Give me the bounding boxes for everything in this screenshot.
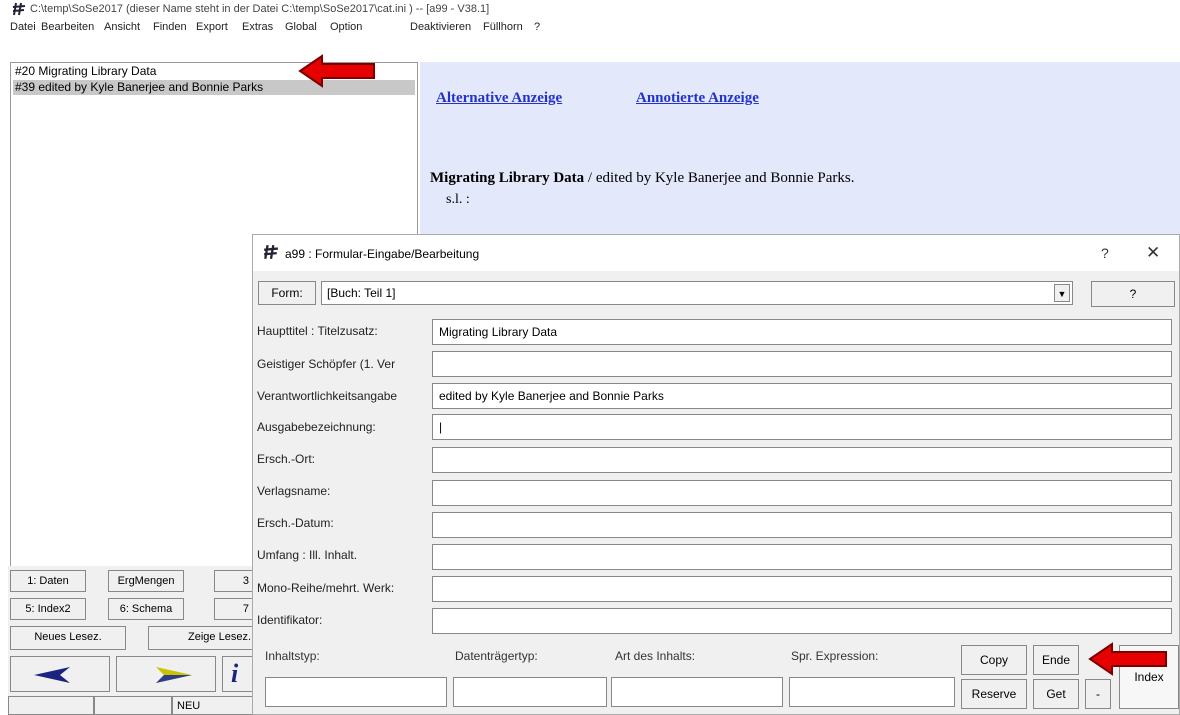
- dialog-help-button[interactable]: ?: [1101, 245, 1109, 261]
- datentraegertyp-input[interactable]: [453, 677, 607, 707]
- button-3[interactable]: 3: [214, 570, 254, 592]
- annotation-arrow-icon: [1088, 642, 1167, 676]
- dialog-title: a99 : Formular-Eingabe/Bearbeitung: [285, 247, 480, 261]
- field-ersch-ort[interactable]: [432, 447, 1172, 473]
- status-neu: NEU: [172, 696, 258, 715]
- menu-deaktivieren[interactable]: Deaktivieren: [410, 21, 471, 33]
- app-hash-icon: [12, 2, 26, 16]
- menu-finden[interactable]: Finden: [153, 21, 187, 33]
- label-spr-expression: Spr. Expression:: [791, 649, 879, 663]
- window-title-bar: C:\temp\SoSe2017 (dieser Name steht in d…: [0, 0, 1180, 18]
- form-select[interactable]: [Buch: Teil 1] ▼: [321, 281, 1073, 305]
- annotation-arrow-icon: [298, 54, 375, 88]
- app-hash-icon: [264, 244, 278, 260]
- label-inhaltstyp: Inhaltstyp:: [265, 649, 320, 663]
- field-ausgabe[interactable]: |: [432, 414, 1172, 440]
- chevron-down-icon[interactable]: ▼: [1054, 284, 1070, 302]
- menu-bar: Datei Bearbeiten Ansicht Finden Export E…: [0, 18, 1180, 38]
- spr-expression-input[interactable]: [789, 677, 955, 707]
- ergmengen-button[interactable]: ErgMengen: [108, 570, 184, 592]
- arrow-left-icon: [34, 667, 70, 683]
- field-label-schoepfer: Geistiger Schöpfer (1. Ver: [257, 357, 396, 371]
- window-title: C:\temp\SoSe2017 (dieser Name steht in d…: [30, 3, 490, 15]
- dialog-title-bar: a99 : Formular-Eingabe/Bearbeitung ? ✕: [253, 235, 1179, 271]
- field-umfang[interactable]: [432, 544, 1172, 570]
- schema-button[interactable]: 6: Schema: [108, 598, 184, 620]
- menu-option[interactable]: Option: [330, 21, 362, 33]
- daten-button[interactable]: 1: Daten: [10, 570, 86, 592]
- field-label-ersch-ort: Ersch.-Ort:: [257, 452, 316, 466]
- menu-ansicht[interactable]: Ansicht: [104, 21, 140, 33]
- field-mono-reihe[interactable]: [432, 576, 1172, 602]
- reserve-button[interactable]: Reserve: [961, 679, 1027, 709]
- form-button[interactable]: Form:: [258, 281, 316, 305]
- menu-fuellhorn[interactable]: Füllhorn: [483, 21, 523, 33]
- form-select-value: [Buch: Teil 1]: [327, 286, 396, 300]
- button-7[interactable]: 7: [214, 598, 254, 620]
- left-button-panel: 1: Daten ErgMengen 3 5: Index2 6: Schema…: [8, 566, 258, 715]
- field-label-verantwortlichkeit: Verantwortlichkeitsangabe: [257, 389, 398, 403]
- field-label-umfang: Umfang : Ill. Inhalt.: [257, 548, 358, 562]
- menu-export[interactable]: Export: [196, 21, 228, 33]
- record-subline: s.l. :: [446, 192, 470, 207]
- art-des-inhalts-input[interactable]: [611, 677, 783, 707]
- menu-help[interactable]: ?: [534, 21, 540, 33]
- field-haupttitel[interactable]: Migrating Library Data: [432, 319, 1172, 345]
- field-ersch-datum[interactable]: [432, 512, 1172, 538]
- annotated-view-link[interactable]: Annotierte Anzeige: [636, 90, 759, 107]
- field-label-mono-reihe: Mono-Reihe/mehrt. Werk:: [257, 581, 395, 595]
- field-label-haupttitel: Haupttitel : Titelzusatz:: [257, 324, 378, 338]
- field-identifikator[interactable]: [432, 608, 1172, 634]
- get-button[interactable]: Get: [1033, 679, 1079, 709]
- info-icon: i: [231, 659, 239, 688]
- field-verantwortlichkeit[interactable]: edited by Kyle Banerjee and Bonnie Parks: [432, 383, 1172, 409]
- field-label-ausgabe: Ausgabebezeichnung:: [257, 420, 376, 434]
- label-art-des-inhalts: Art des Inhalts:: [615, 649, 696, 663]
- field-schoepfer[interactable]: [432, 351, 1172, 377]
- index2-button[interactable]: 5: Index2: [10, 598, 86, 620]
- alternative-view-link[interactable]: Alternative Anzeige: [436, 90, 562, 107]
- show-bookmark-button[interactable]: Zeige Lesez.: [148, 626, 256, 650]
- inhaltstyp-input[interactable]: [265, 677, 447, 707]
- menu-datei[interactable]: Datei: [10, 21, 36, 33]
- copy-button[interactable]: Copy: [961, 645, 1027, 675]
- form-help-button[interactable]: ?: [1091, 281, 1175, 307]
- new-bookmark-button[interactable]: Neues Lesez.: [10, 626, 126, 650]
- menu-global[interactable]: Global: [285, 21, 317, 33]
- menu-extras[interactable]: Extras: [242, 21, 273, 33]
- forward-button[interactable]: [116, 656, 216, 692]
- status-cell-2: [94, 696, 172, 715]
- form-dialog: a99 : Formular-Eingabe/Bearbeitung ? ✕ F…: [252, 234, 1180, 715]
- field-label-identifikator: Identifikator:: [257, 613, 323, 627]
- record-title: Migrating Library Data / edited by Kyle …: [430, 170, 855, 186]
- ende-button[interactable]: Ende: [1033, 645, 1079, 675]
- field-verlagsname[interactable]: [432, 480, 1172, 506]
- field-label-ersch-datum: Ersch.-Datum:: [257, 516, 334, 530]
- dialog-close-button[interactable]: ✕: [1146, 243, 1160, 263]
- record-view: Alternative Anzeige Annotierte Anzeige M…: [420, 62, 1180, 242]
- back-button[interactable]: [10, 656, 110, 692]
- menu-bearbeiten[interactable]: Bearbeiten: [41, 21, 94, 33]
- status-cell-1: [8, 696, 94, 715]
- arrow-right-icon: [156, 667, 192, 683]
- list-item[interactable]: #20 Migrating Library Data: [13, 64, 156, 79]
- label-datentraegertyp: Datenträgertyp:: [455, 649, 538, 663]
- field-label-verlagsname: Verlagsname:: [257, 484, 331, 498]
- minus-button[interactable]: -: [1085, 679, 1111, 709]
